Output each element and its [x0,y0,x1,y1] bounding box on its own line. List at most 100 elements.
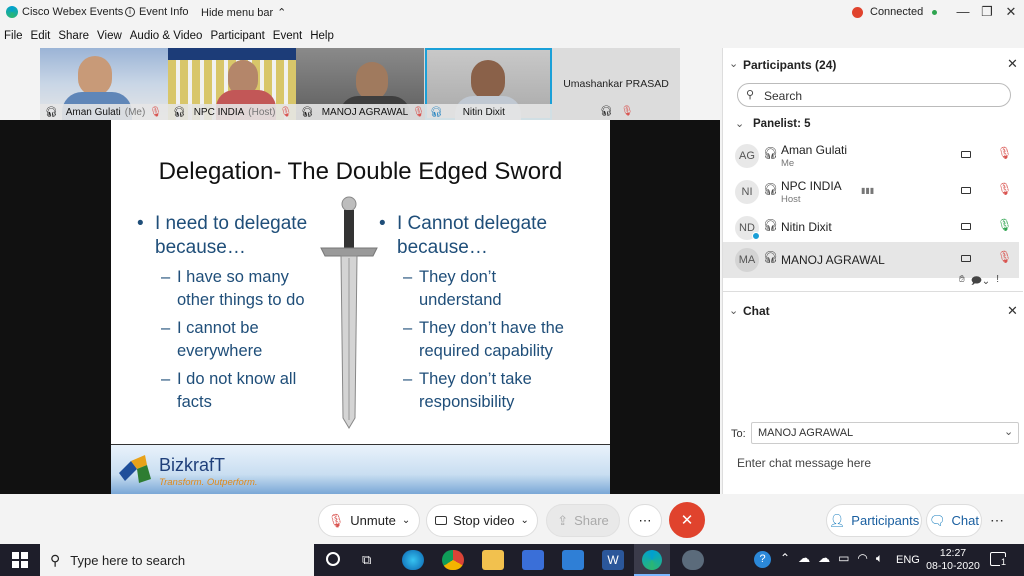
chat-recipient-value: MANOJ AGRAWAL [758,427,854,439]
more-icon[interactable]: ⋯ [990,512,1004,529]
help-icon[interactable]: ? [754,551,771,568]
tile-name: Nitin Dixit [462,106,505,118]
restore-button[interactable]: ❐ [976,3,998,21]
tile-tag: (Me) [124,106,146,118]
chevron-down-icon: ⌄ [1004,426,1014,438]
participant-search-input[interactable]: ⚲ Search [737,83,1011,107]
taskbar-search-input[interactable]: ⚲ Type here to search [40,544,314,576]
tile-name: Umashankar PRASAD [563,78,669,90]
muted-mic-icon[interactable]: 🎙︎ [997,250,1012,264]
reactions-icon[interactable]: 🗩⌄ [971,274,990,291]
search-icon: ⚲ [746,89,755,101]
chat-recipient-select[interactable]: MANOJ AGRAWAL ⌄ [751,422,1019,444]
store-icon[interactable] [522,550,544,570]
left-sub-2: – I cannot be everywhere [137,317,307,363]
minimize-button[interactable]: — [952,3,974,21]
bullet-line: I cannot be [177,319,259,337]
file-explorer-icon[interactable] [482,550,504,570]
clock-date: 08-10-2020 [926,560,980,572]
menu-event[interactable]: Event [269,28,306,46]
notification-icon[interactable]: 1 [990,552,1008,567]
slide-footer: BizkrafT Transform. Outperform. [111,444,610,494]
menu-edit[interactable]: Edit [27,28,55,46]
muted-mic-icon[interactable]: 🎙︎ [997,182,1012,196]
leave-meeting-button[interactable]: ✕ [669,502,705,538]
brand-tagline: Transform. Outperform. [159,477,258,488]
participant-row[interactable]: NI 🎧︎ NPC INDIA Host ▮▮▮ 🎙︎ [723,174,1019,210]
headset-icon: 🎧︎ [301,106,314,118]
tile-namebar: 🎧︎ Nitin Dixit [425,104,552,120]
left-column: • I need to delegate because… – I have s… [137,212,307,414]
alert-icon[interactable]: ! [996,274,999,291]
stop-video-button[interactable]: Stop video ⌄ [426,504,538,537]
menu-share[interactable]: Share [54,28,93,46]
muted-mic-icon[interactable]: 🎙︎ [997,146,1012,160]
video-icon[interactable] [961,255,971,262]
video-tile-nitin[interactable]: 🎧︎ Nitin Dixit [425,48,552,120]
search-icon: ⚲ [50,551,61,568]
participant-row[interactable]: AG 🎧︎ Aman Gulati Me 🎙︎ [723,138,1019,174]
video-tile-npc[interactable]: 🎧︎ NPC INDIA (Host) 🎙︎ [168,48,296,120]
raise-hand-icon[interactable]: ✋︎ [959,274,965,291]
chat-button[interactable]: 🗨︎ Chat [926,504,982,537]
network-icon[interactable]: ▭ [838,551,849,566]
info-icon: i [125,7,135,17]
clock[interactable]: 12:27 08-10-2020 [926,547,980,573]
video-icon[interactable] [961,151,971,158]
chevron-down-icon[interactable]: ⌄ [735,117,744,130]
bullet-line: I have so many [177,268,289,286]
video-tile-manoj[interactable]: 🎧︎ MANOJ AGRAWAL 🎙︎ [296,48,424,120]
volume-icon[interactable]: 🔈︎ [876,551,883,566]
bullet-line: understand [419,291,502,309]
mail-icon[interactable] [562,550,584,570]
cortana-icon[interactable] [326,552,340,566]
menu-file[interactable]: File [0,28,27,46]
chevron-up-icon: ⌃ [277,7,287,19]
status-dot-icon [752,232,760,240]
chat-message-input[interactable]: Enter chat message here [723,448,1023,494]
app-icon[interactable] [682,550,704,570]
participant-actions: ✋︎ 🗩⌄ ! [959,274,999,291]
onedrive-icon[interactable]: ☁︎ [818,551,830,566]
search-placeholder: Search [764,89,803,103]
person-video [356,62,388,100]
menu-view[interactable]: View [93,28,126,46]
menu-help[interactable]: Help [306,28,338,46]
chevron-down-icon[interactable]: ⌄ [729,57,738,70]
chrome-icon[interactable] [442,550,464,570]
unmute-button[interactable]: 🎙︎ Unmute ⌄ [318,504,420,537]
tile-namebar: 🎧︎ MANOJ AGRAWAL 🎙︎ [296,104,424,120]
task-view-icon[interactable]: ⧉ [362,552,371,568]
event-info-button[interactable]: i Event Info [125,6,189,18]
menu-participant[interactable]: Participant [206,28,268,46]
share-button[interactable]: ⇪ Share [546,504,620,537]
close-chat-button[interactable]: ✕ [1007,303,1018,319]
active-mic-icon[interactable]: 🎙︎ [997,218,1012,232]
left-sub-3: – I do not know all facts [137,368,307,414]
unmute-label: Unmute [350,513,396,528]
menu-audio-video[interactable]: Audio & Video [126,28,207,46]
chevron-down-icon[interactable]: ⌄ [729,304,738,317]
cloud-icon[interactable]: ☁︎ [798,551,810,566]
bullet-line: other things to do [177,291,305,309]
hide-menu-label: Hide menu bar [201,6,274,19]
participant-role: Host [781,194,801,205]
participant-row-selected[interactable]: MA 🎧︎ MANOJ AGRAWAL 🎙︎ [723,242,1019,278]
video-tile-umashankar[interactable]: Umashankar PRASAD 🎧︎ 🎙︎ [552,48,680,120]
video-tile-aman[interactable]: 🎧︎ Aman Gulati (Me) 🎙︎ [40,48,168,120]
close-window-button[interactable]: ✕ [1000,3,1022,21]
chevron-up-icon[interactable]: ⌃ [780,551,790,566]
participant-row[interactable]: ND 🎧︎ Nitin Dixit 🎙︎ [723,210,1019,246]
windows-start-icon[interactable] [12,552,28,568]
wifi-icon[interactable]: ◠ [857,551,867,566]
webex-taskbar-button[interactable] [634,544,670,576]
language-indicator[interactable]: ENG [896,554,920,566]
video-icon[interactable] [961,223,971,230]
more-options-button[interactable]: ⋯ [628,504,662,537]
edge-icon[interactable] [402,550,424,570]
participants-button[interactable]: 👤︎ Participants [826,504,922,537]
word-icon[interactable]: W [602,550,624,570]
hide-menu-button[interactable]: Hide menu bar ⌃ [201,6,287,20]
close-participants-button[interactable]: ✕ [1007,56,1018,72]
video-icon[interactable] [961,187,971,194]
